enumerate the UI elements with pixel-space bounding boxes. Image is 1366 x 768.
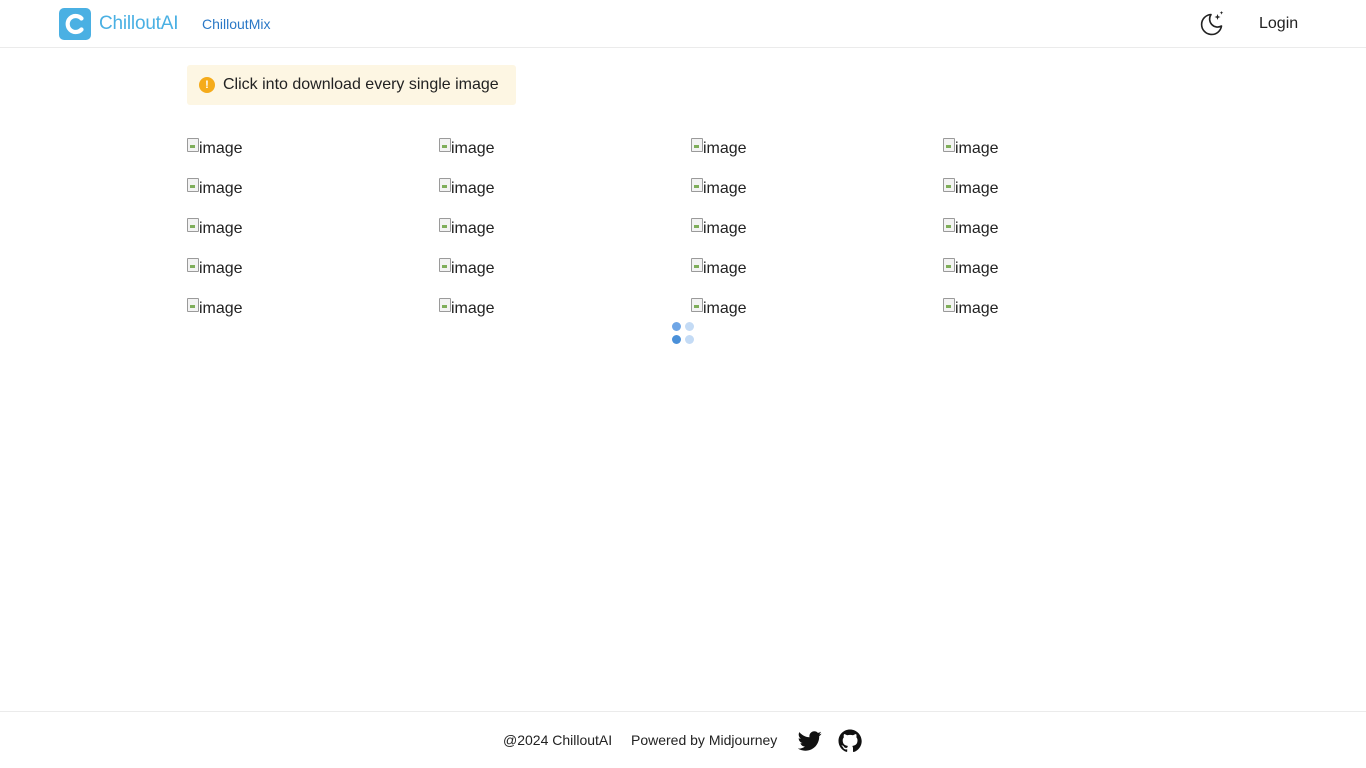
loading-spinner [671,321,695,345]
image-alt-text: image [703,260,747,277]
gallery-image[interactable]: image [439,257,691,297]
gallery-image[interactable]: image [691,297,943,337]
gallery-image[interactable]: image [943,217,1195,257]
home-logo-link[interactable]: ChilloutAI [59,8,179,40]
broken-image-icon [691,138,703,152]
moon-sparkle-icon[interactable] [1198,10,1226,38]
gallery-image[interactable]: image [691,177,943,217]
image-alt-text: image [703,220,747,237]
broken-image-icon [691,178,703,192]
broken-image-icon [943,138,955,152]
gallery-image[interactable]: image [943,257,1195,297]
broken-image-icon [187,178,199,192]
image-alt-text: image [199,140,243,157]
gallery-image[interactable]: image [691,217,943,257]
image-alt-text: image [955,260,999,277]
top-header: ChilloutAI ChilloutMix Login [0,0,1366,48]
broken-image-icon [691,218,703,232]
image-alt-text: image [451,140,495,157]
image-alt-text: image [451,220,495,237]
image-alt-text: image [955,220,999,237]
powered-prefix: Powered by [631,732,709,748]
broken-image-icon [943,218,955,232]
spinner-dot [685,335,694,344]
image-alt-text: image [451,180,495,197]
broken-image-icon [943,178,955,192]
gallery-image[interactable]: image [943,177,1195,217]
image-alt-text: image [703,140,747,157]
image-alt-text: image [199,220,243,237]
logo-icon [59,8,91,40]
image-alt-text: image [199,260,243,277]
spinner-dot [672,335,681,344]
brand-name: ChilloutAI [99,13,179,34]
broken-image-icon [439,298,451,312]
broken-image-icon [439,258,451,272]
gallery-image[interactable]: image [439,217,691,257]
broken-image-icon [187,218,199,232]
image-alt-text: image [703,300,747,317]
spinner-dot [672,322,681,331]
gallery-image[interactable]: image [691,137,943,177]
broken-image-icon [943,258,955,272]
gallery-image[interactable]: image [187,177,439,217]
broken-image-icon [943,298,955,312]
powered-by: Powered by Midjourney [631,732,777,748]
warning-circle-icon: ! [199,77,215,93]
gallery-image[interactable]: image [439,137,691,177]
image-alt-text: image [451,260,495,277]
twitter-icon[interactable] [798,729,822,753]
broken-image-icon [439,178,451,192]
image-alt-text: image [703,180,747,197]
nav-link-chilloutmix[interactable]: ChilloutMix [202,16,270,32]
image-alt-text: image [955,180,999,197]
gallery-image[interactable]: image [187,137,439,177]
github-icon[interactable] [838,729,862,753]
gallery-image[interactable]: image [439,177,691,217]
gallery-image[interactable]: image [187,217,439,257]
broken-image-icon [691,298,703,312]
gallery-image[interactable]: image [943,137,1195,177]
download-notice: ! Click into download every single image [187,65,516,105]
gallery-image[interactable]: image [187,297,439,337]
image-gallery: image image image image image image image image… [187,137,1195,337]
broken-image-icon [691,258,703,272]
broken-image-icon [439,218,451,232]
image-alt-text: image [955,300,999,317]
gallery-image[interactable]: image [943,297,1195,337]
midjourney-link[interactable]: Midjourney [709,732,777,748]
gallery-image[interactable]: image [439,297,691,337]
spinner-dot [685,322,694,331]
image-alt-text: image [199,300,243,317]
gallery-image[interactable]: image [187,257,439,297]
page-footer: @2024 ChilloutAI Powered by Midjourney [0,711,1366,768]
gallery-image[interactable]: image [691,257,943,297]
broken-image-icon [187,138,199,152]
copyright-text: @2024 ChilloutAI [503,732,613,748]
image-alt-text: image [451,300,495,317]
broken-image-icon [439,138,451,152]
broken-image-icon [187,298,199,312]
image-alt-text: image [199,180,243,197]
notice-text: Click into download every single image [223,76,499,93]
login-button[interactable]: Login [1259,15,1298,33]
image-alt-text: image [955,140,999,157]
broken-image-icon [187,258,199,272]
